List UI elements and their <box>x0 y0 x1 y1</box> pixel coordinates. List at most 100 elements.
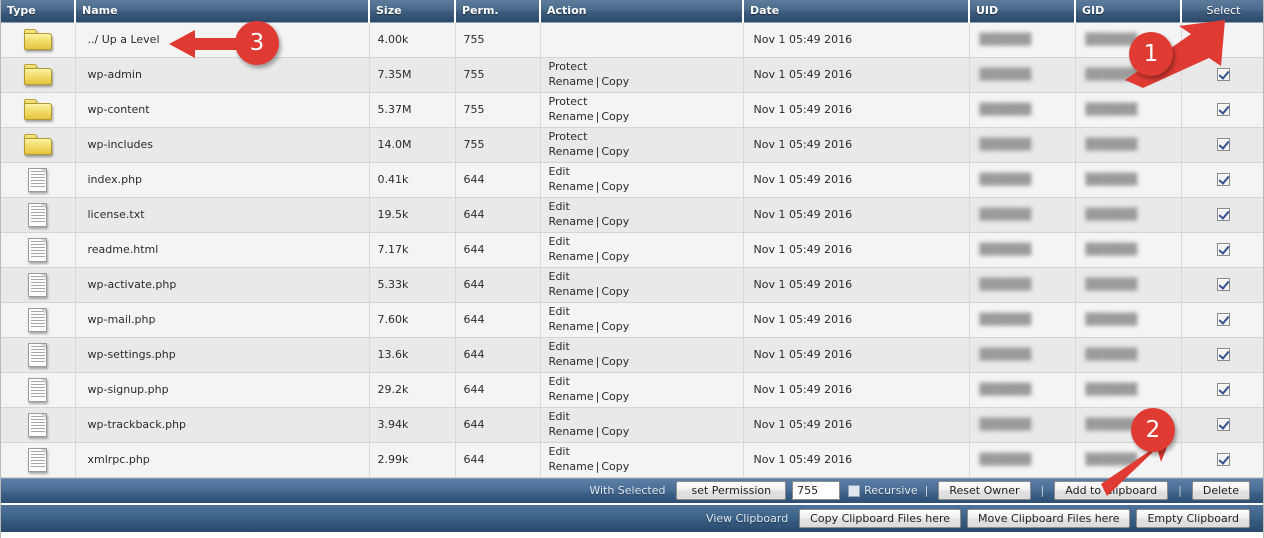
cell-name[interactable]: license.txt <box>75 197 370 233</box>
table-row: ../ Up a Level 4.00k 755 Nov 1 05:49 2016 ██… <box>1 22 1263 58</box>
column-header-select[interactable]: Select <box>1181 0 1263 23</box>
permission-input[interactable] <box>792 481 841 500</box>
annotation-badge-1: 1 <box>1129 32 1173 76</box>
column-header-action[interactable]: Action <box>540 0 744 23</box>
cell-name[interactable]: wp-includes <box>75 127 370 163</box>
redacted-text: ██████ <box>1085 208 1138 221</box>
edit-link[interactable]: Edit <box>549 305 737 320</box>
cell-uid: ██████ <box>969 162 1076 198</box>
copy-link[interactable]: Copy <box>601 355 629 368</box>
add-to-clipboard-button[interactable]: Add to Clipboard <box>1054 481 1169 500</box>
cell-name[interactable]: wp-activate.php <box>75 267 370 303</box>
cell-name[interactable]: index.php <box>75 162 370 198</box>
view-clipboard-label[interactable]: View Clipboard <box>706 512 788 525</box>
cell-uid: ██████ <box>969 407 1076 443</box>
cell-name[interactable]: xmlrpc.php <box>75 442 370 478</box>
column-header-perm[interactable]: Perm. <box>455 0 541 23</box>
cell-date: Nov 1 05:49 2016 <box>743 92 970 128</box>
cell-permissions: 644 <box>455 232 541 268</box>
cell-uid: ██████ <box>969 197 1076 233</box>
row-select-checkbox[interactable] <box>1216 348 1230 362</box>
edit-link[interactable]: Edit <box>549 375 737 390</box>
row-select-checkbox[interactable] <box>1216 313 1230 327</box>
rename-link[interactable]: Rename <box>549 110 594 123</box>
column-header-uid[interactable]: UID <box>969 0 1076 23</box>
cell-date: Nov 1 05:49 2016 <box>743 337 970 373</box>
cell-name[interactable]: wp-content <box>75 92 370 128</box>
rename-link[interactable]: Rename <box>549 390 594 403</box>
rename-link[interactable]: Rename <box>549 425 594 438</box>
copy-link[interactable]: Copy <box>601 285 629 298</box>
cell-name[interactable]: readme.html <box>75 232 370 268</box>
edit-link[interactable]: Edit <box>549 445 737 460</box>
copy-link[interactable]: Copy <box>601 425 629 438</box>
edit-link[interactable]: Edit <box>549 235 737 250</box>
rename-link[interactable]: Rename <box>549 250 594 263</box>
row-select-checkbox[interactable] <box>1216 418 1230 432</box>
cell-type <box>1 232 76 268</box>
cell-size: 5.33k <box>369 267 456 303</box>
cell-action: Edit Rename | Copy <box>540 407 744 443</box>
copy-clipboard-files-here-button[interactable]: Copy Clipboard Files here <box>799 508 962 528</box>
rename-link[interactable]: Rename <box>549 320 594 333</box>
copy-link[interactable]: Copy <box>601 180 629 193</box>
recursive-checkbox[interactable] <box>848 484 861 497</box>
empty-clipboard-button[interactable]: Empty Clipboard <box>1136 508 1250 528</box>
edit-link[interactable]: Edit <box>549 340 737 355</box>
column-header-gid[interactable]: GID <box>1075 0 1182 23</box>
cell-uid: ██████ <box>969 232 1076 268</box>
row-select-checkbox[interactable] <box>1216 173 1230 187</box>
row-select-checkbox[interactable] <box>1216 278 1230 292</box>
cell-name[interactable]: wp-admin <box>75 57 370 93</box>
copy-link[interactable]: Copy <box>601 390 629 403</box>
protect-link[interactable]: Protect <box>549 130 737 145</box>
row-select-checkbox[interactable] <box>1216 243 1230 257</box>
copy-link[interactable]: Copy <box>601 320 629 333</box>
column-header-name[interactable]: Name <box>75 0 370 23</box>
edit-link[interactable]: Edit <box>549 165 737 180</box>
cell-name[interactable]: wp-mail.php <box>75 302 370 338</box>
column-header-type[interactable]: Type <box>1 0 76 23</box>
edit-link[interactable]: Edit <box>549 410 737 425</box>
cell-name[interactable]: wp-trackback.php <box>75 407 370 443</box>
cell-permissions: 644 <box>455 372 541 408</box>
row-select-checkbox[interactable] <box>1216 453 1230 467</box>
row-select-checkbox[interactable] <box>1216 138 1230 152</box>
rename-link[interactable]: Rename <box>549 75 594 88</box>
move-clipboard-files-here-button[interactable]: Move Clipboard Files here <box>967 508 1131 528</box>
column-header-size[interactable]: Size <box>369 0 456 23</box>
set-permission-button[interactable]: set Permission <box>676 481 787 500</box>
cell-type <box>1 22 76 58</box>
cell-name[interactable]: wp-settings.php <box>75 337 370 373</box>
edit-link[interactable]: Edit <box>549 270 737 285</box>
copy-link[interactable]: Copy <box>601 250 629 263</box>
rename-link[interactable]: Rename <box>549 355 594 368</box>
row-select-checkbox[interactable] <box>1216 68 1230 82</box>
copy-link[interactable]: Copy <box>601 145 629 158</box>
row-select-checkbox[interactable] <box>1216 103 1230 117</box>
cell-name[interactable]: ../ Up a Level <box>75 22 370 58</box>
action-links: Rename | Copy <box>549 180 737 195</box>
copy-link[interactable]: Copy <box>601 215 629 228</box>
row-select-checkbox[interactable] <box>1216 383 1230 397</box>
copy-link[interactable]: Copy <box>601 460 629 473</box>
edit-link[interactable]: Edit <box>549 200 737 215</box>
protect-link[interactable]: Protect <box>549 95 737 110</box>
rename-link[interactable]: Rename <box>549 180 594 193</box>
delete-button[interactable]: Delete <box>1191 481 1250 500</box>
reset-owner-button[interactable]: Reset Owner <box>938 481 1031 500</box>
rename-link[interactable]: Rename <box>549 285 594 298</box>
file-icon <box>28 377 48 402</box>
copy-link[interactable]: Copy <box>601 110 629 123</box>
cell-permissions: 644 <box>455 337 541 373</box>
action-links: Rename | Copy <box>549 425 737 440</box>
rename-link[interactable]: Rename <box>549 145 594 158</box>
cell-name[interactable]: wp-signup.php <box>75 372 370 408</box>
protect-link[interactable]: Protect <box>549 60 737 75</box>
row-select-checkbox[interactable] <box>1216 208 1230 222</box>
column-header-date[interactable]: Date <box>743 0 970 23</box>
file-icon <box>28 272 48 297</box>
rename-link[interactable]: Rename <box>549 460 594 473</box>
rename-link[interactable]: Rename <box>549 215 594 228</box>
copy-link[interactable]: Copy <box>601 75 629 88</box>
